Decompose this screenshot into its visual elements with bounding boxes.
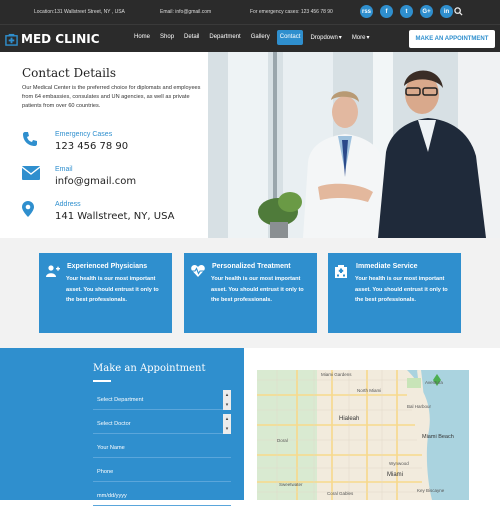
select-arrows-icon: ▴ ▾ — [223, 390, 231, 410]
nav-menu: Home Shop Detail Department Gallery Cont… — [131, 30, 373, 45]
location-pin-icon — [22, 201, 44, 222]
date-input[interactable]: mm/dd/yyyy — [93, 486, 231, 506]
title-underline — [93, 380, 111, 382]
name-input[interactable]: Your Name — [93, 438, 231, 458]
phone-input[interactable]: Phone — [93, 462, 231, 482]
map-label: Sweetwater — [279, 482, 303, 487]
feature-title: Immediate Service — [356, 263, 418, 270]
appointment-form: Make an Appointment Select Department ▴ ▾… — [0, 348, 244, 506]
location-text: Location:131 Wallstreet Street, NY , USA — [34, 9, 125, 15]
nav-more-label: More — [351, 35, 366, 41]
select-arrows-icon: ▴ ▾ — [223, 414, 231, 434]
email-value: info@gmail.com — [55, 176, 137, 187]
heartbeat-icon — [191, 265, 205, 280]
chevron-down-icon: ▾ — [338, 35, 342, 41]
feature-text: Your health is our most important asset.… — [66, 276, 159, 303]
nav-dropdown-label: Dropdown — [310, 35, 338, 41]
contact-item-emergency: Emergency Cases 123 456 78 90 — [22, 131, 128, 152]
department-select-value: Select Department — [97, 397, 144, 403]
contact-description: Our Medical Center is the preferred choi… — [22, 85, 201, 109]
name-placeholder: Your Name — [97, 445, 125, 451]
map-label: Key Biscayne — [417, 488, 445, 493]
map-label: Coral Gables — [327, 491, 354, 496]
hospital-icon — [335, 265, 347, 281]
email-text: Email: info@gmail.com — [160, 9, 212, 15]
feature-text: Your health is our most important asset.… — [211, 276, 304, 303]
date-placeholder: mm/dd/yyyy — [97, 493, 127, 499]
make-appointment-button[interactable]: MAKE AN APPOINTMENT — [409, 30, 495, 48]
chevron-down-icon: ▾ — [366, 35, 370, 41]
emergency-text: For emergency cases: 123 456 78 90 — [250, 9, 333, 15]
address-label: Address — [55, 201, 81, 208]
doctor-select-value: Select Doctor — [97, 421, 131, 427]
contact-title: Contact Details — [22, 66, 117, 80]
map-label: Bal Harbour — [407, 404, 432, 409]
map-label: Miami Gardens — [321, 372, 352, 377]
google-plus-icon[interactable]: G+ — [420, 5, 433, 18]
emergency-value: 123 456 78 90 — [55, 141, 129, 152]
envelope-icon — [21, 166, 44, 187]
email-label: Email — [55, 166, 73, 173]
nav-gallery[interactable]: Gallery — [248, 30, 273, 45]
main-navbar: MED CLINIC Home Shop Detail Department G… — [0, 24, 500, 52]
rss-icon[interactable]: rss — [360, 5, 373, 18]
social-links: rss f t G+ in — [360, 5, 453, 18]
appointment-title: Make an Appointment — [93, 363, 206, 374]
contact-item-email: Email info@gmail.com — [21, 166, 137, 187]
twitter-icon[interactable]: t — [400, 5, 413, 18]
location-map[interactable]: Miami Gardens North Miami Aventura Bal H… — [257, 370, 469, 500]
select-doctor[interactable]: Select Doctor ▴ ▾ — [93, 414, 231, 434]
feature-title: Personalized Treatment — [212, 263, 291, 270]
map-label: Doral — [277, 438, 288, 443]
nav-home[interactable]: Home — [131, 30, 153, 45]
contact-item-address: Address 141 Wallstreet, NY, USA — [22, 201, 174, 222]
feature-card-physicians: Experienced Physicians Your health is ou… — [39, 253, 172, 333]
phone-icon — [22, 131, 44, 152]
search-icon[interactable] — [454, 7, 463, 18]
feature-title: Experienced Physicians — [67, 263, 148, 270]
top-bar: Location:131 Wallstreet Street, NY , USA… — [0, 0, 500, 24]
map-label: North Miami — [357, 388, 381, 393]
nav-more[interactable]: More▾ — [349, 30, 373, 45]
map-label: Miami Beach — [422, 434, 454, 440]
map-label: Aventura — [425, 380, 443, 385]
map-label: Hialeah — [339, 416, 359, 422]
nav-department[interactable]: Department — [206, 30, 243, 45]
doctors-photo — [208, 52, 500, 238]
nav-detail[interactable]: Detail — [181, 30, 202, 45]
emergency-label: Emergency Cases — [55, 131, 113, 138]
user-plus-icon — [46, 265, 60, 280]
feature-card-treatment: Personalized Treatment Your health is ou… — [184, 253, 317, 333]
map-label: Wynwood — [389, 461, 409, 466]
nav-dropdown[interactable]: Dropdown▾ — [307, 30, 344, 45]
facebook-icon[interactable]: f — [380, 5, 393, 18]
nav-contact[interactable]: Contact — [276, 30, 304, 45]
hospital-logo-icon — [5, 33, 18, 46]
feature-text: Your health is our most important asset.… — [355, 276, 448, 303]
feature-card-service: Immediate Service Your health is our mos… — [328, 253, 461, 333]
select-department[interactable]: Select Department ▴ ▾ — [93, 390, 231, 410]
phone-placeholder: Phone — [97, 469, 114, 475]
logo-text: MED CLINIC — [21, 32, 100, 46]
address-value: 141 Wallstreet, NY, USA — [55, 211, 175, 222]
logo[interactable]: MED CLINIC — [5, 32, 100, 46]
nav-shop[interactable]: Shop — [157, 30, 177, 45]
map-label: Miami — [387, 472, 403, 478]
contact-details: Contact Details Our Medical Center is th… — [22, 66, 207, 111]
linkedin-icon[interactable]: in — [440, 5, 453, 18]
